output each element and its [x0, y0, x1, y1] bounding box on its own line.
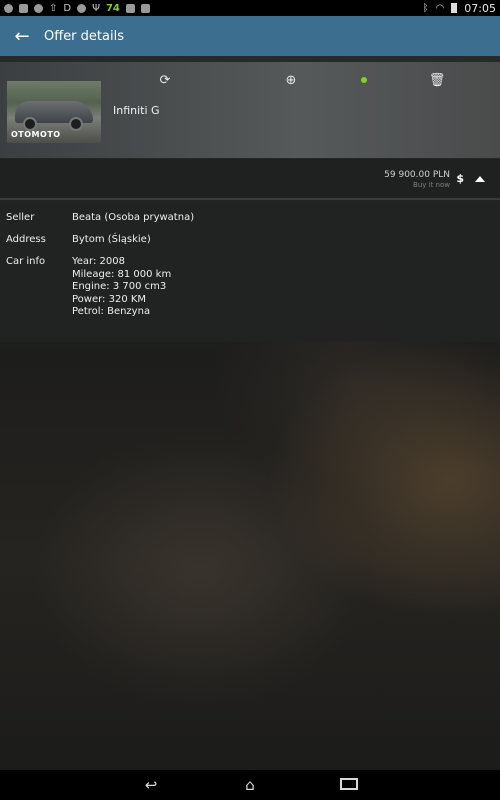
- wheel-front: [23, 117, 37, 131]
- car-engine: Engine: 3 700 cm3: [72, 281, 167, 292]
- usb-icon: Ψ: [92, 2, 100, 14]
- d-icon: D: [63, 2, 72, 14]
- carinfo-value: Year: 2008 Mileage: 81 000 km Engine: 3 …: [72, 256, 472, 319]
- notes-icon: [140, 3, 150, 13]
- image-watermark: OTOMOTO: [11, 130, 61, 139]
- wheel-rear: [69, 117, 83, 131]
- offer-card[interactable]: OTOMOTO Infiniti G ⟳ ⊕ 🗑: [0, 62, 500, 158]
- nav-back-icon[interactable]: ↩: [139, 776, 163, 794]
- battery-percent: 74: [105, 2, 120, 14]
- recents-shape: [340, 778, 358, 790]
- price-bar: 59 900.00 PLN Buy it now $: [0, 159, 500, 200]
- bluetooth-icon: ᛒ: [422, 2, 429, 14]
- address-label: Address: [6, 234, 46, 245]
- image-icon: [19, 3, 28, 13]
- price-type: Buy it now: [413, 181, 450, 189]
- price-amount: 59 900.00 PLN: [384, 170, 450, 180]
- browser-icon: [77, 3, 87, 13]
- seller-value: Beata (Osoba prywatna): [72, 212, 195, 223]
- carinfo-label: Car info: [6, 256, 46, 267]
- chevron-up-icon[interactable]: [475, 176, 485, 182]
- currency-button[interactable]: $: [456, 172, 464, 185]
- battery-icon: [451, 3, 458, 13]
- refresh-icon[interactable]: ⟳: [155, 71, 175, 89]
- system-nav-bar: ↩ ⌂: [0, 770, 500, 800]
- chat-icon: [4, 3, 13, 13]
- back-arrow-icon[interactable]: ←: [0, 16, 44, 56]
- notification-icons: ⇧ D Ψ 74: [4, 3, 150, 14]
- nav-recents-icon[interactable]: [337, 776, 361, 794]
- clock: 07:05: [464, 1, 496, 15]
- shop-icon: [125, 3, 135, 13]
- offer-title: Infiniti G: [113, 104, 160, 117]
- car-mileage: Mileage: 81 000 km: [72, 268, 172, 280]
- upload-icon: ⇧: [49, 2, 58, 14]
- nav-home-icon[interactable]: ⌂: [238, 776, 262, 794]
- seller-label: Seller: [6, 212, 35, 223]
- page-title: Offer details: [44, 28, 124, 44]
- app-bar: ← Offer details: [0, 16, 500, 56]
- address-value: Bytom (Śląskie): [72, 234, 151, 245]
- delete-icon[interactable]: 🗑: [427, 71, 447, 89]
- status-dot: [361, 77, 367, 83]
- globe-icon[interactable]: ⊕: [281, 71, 301, 89]
- status-bar: ⇧ D Ψ 74 ᛒ ◠ 07:05: [0, 0, 500, 16]
- offer-details-panel: Seller Beata (Osoba prywatna) Address By…: [0, 202, 500, 342]
- car-power: Power: 320 KM: [72, 293, 147, 305]
- system-icons: ᛒ ◠ 07:05: [423, 2, 496, 15]
- wifi-icon: ◠: [435, 2, 445, 14]
- active-status-indicator: [354, 71, 374, 89]
- car-thumbnail[interactable]: OTOMOTO: [7, 81, 101, 143]
- car-year: Year: 2008: [72, 256, 125, 267]
- pinterest-icon: [34, 3, 43, 13]
- car-petrol: Petrol: Benzyna: [72, 306, 151, 317]
